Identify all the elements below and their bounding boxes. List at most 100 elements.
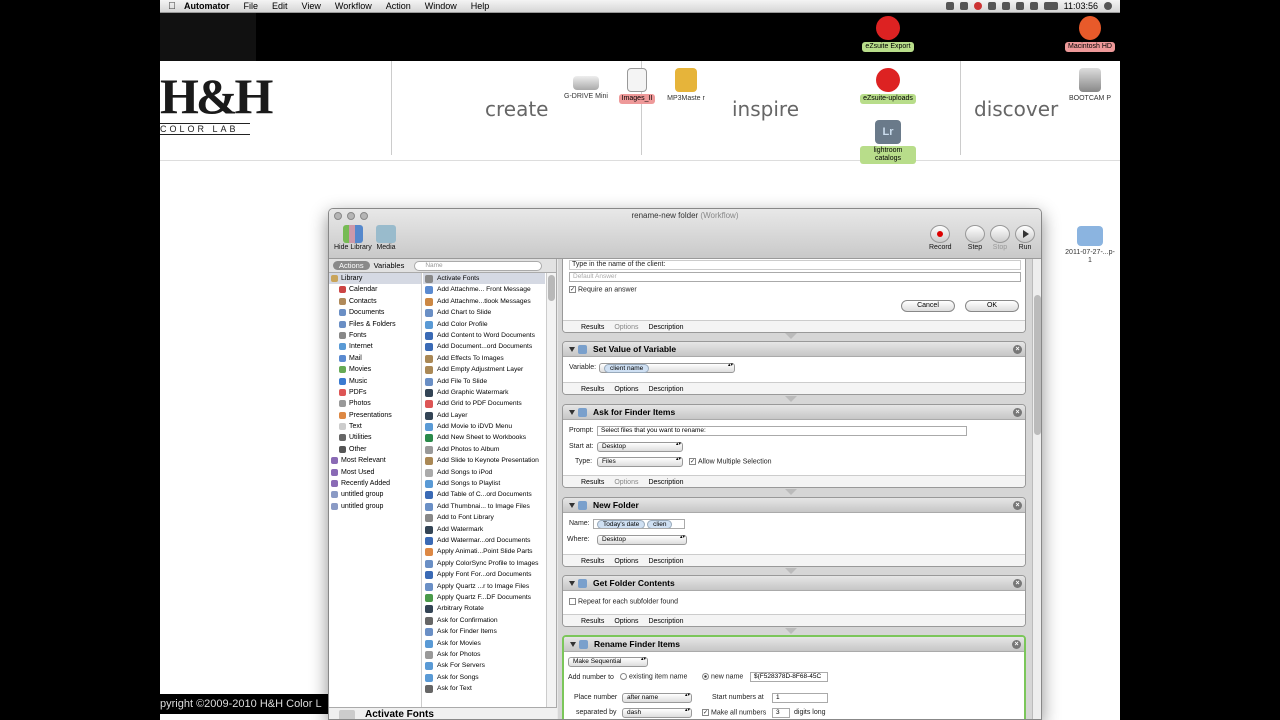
menu-help[interactable]: Help: [471, 1, 490, 11]
nav-create[interactable]: create: [485, 97, 549, 121]
library-item[interactable]: Most Used: [329, 467, 421, 478]
action-header[interactable]: Get Folder Contents ×: [563, 576, 1025, 591]
library-item[interactable]: Movies: [329, 364, 421, 375]
status-icon[interactable]: [959, 2, 968, 10]
nav-inspire[interactable]: inspire: [732, 97, 799, 121]
library-item[interactable]: Recently Added: [329, 478, 421, 489]
existing-name-radio[interactable]: existing item name: [620, 673, 687, 680]
new-name-field[interactable]: $(F528378D-8F68-45C: [750, 672, 828, 682]
action-item[interactable]: Apply Quartz ...r to Image Files: [423, 581, 545, 592]
action-item[interactable]: Add Chart to Slide: [423, 307, 545, 318]
action-item[interactable]: Ask for Confirmation: [423, 615, 545, 626]
media-button[interactable]: Media: [376, 225, 396, 251]
library-item[interactable]: Utilities: [329, 432, 421, 443]
record-button[interactable]: Record: [929, 225, 952, 251]
action-item[interactable]: Add Document...ord Documents: [423, 341, 545, 352]
ezsuite-uploads-icon[interactable]: eZsuite-uploads: [860, 68, 916, 104]
action-item[interactable]: Arbitrary Rotate: [423, 603, 545, 614]
description-tab[interactable]: Description: [648, 324, 683, 331]
where-popup[interactable]: Desktop: [597, 535, 687, 545]
library-item[interactable]: Calendar: [329, 284, 421, 295]
stop-button[interactable]: Stop: [990, 225, 1010, 251]
usb-drive-icon[interactable]: MP3Maste r: [658, 68, 714, 104]
place-number-popup[interactable]: after name: [622, 693, 692, 703]
library-item[interactable]: Documents: [329, 307, 421, 318]
action-item[interactable]: Add Slide to Keynote Presentation: [423, 455, 545, 466]
action-item[interactable]: Ask for Songs: [423, 672, 545, 683]
status-icon[interactable]: [987, 2, 996, 10]
status-icon[interactable]: [973, 2, 982, 10]
library-item[interactable]: Internet: [329, 341, 421, 352]
cancel-button[interactable]: Cancel: [901, 300, 955, 312]
action-item[interactable]: Add Empty Adjustment Layer: [423, 364, 545, 375]
drive-icon[interactable]: G-DRIVE Mini: [558, 72, 614, 102]
action-item[interactable]: Ask For Servers: [423, 660, 545, 671]
close-action-icon[interactable]: ×: [1012, 640, 1021, 649]
step-button[interactable]: Step: [965, 225, 985, 251]
action-item[interactable]: Add to Font Library: [423, 512, 545, 523]
document-icon[interactable]: Images_II: [609, 68, 665, 104]
action-header[interactable]: Set Value of Variable ×: [563, 342, 1025, 357]
library-item[interactable]: Fonts: [329, 330, 421, 341]
action-item[interactable]: Add Songs to iPod: [423, 467, 545, 478]
action-header[interactable]: New Folder ×: [563, 498, 1025, 513]
default-answer-field[interactable]: Default Answer: [569, 272, 1021, 282]
library-item[interactable]: Library: [329, 273, 421, 285]
action-header[interactable]: Ask for Finder Items ×: [563, 405, 1025, 420]
action-item[interactable]: Add New Sheet to Workbooks: [423, 432, 545, 443]
close-action-icon[interactable]: ×: [1013, 501, 1022, 510]
action-item[interactable]: Add Attachme...tlook Messages: [423, 296, 545, 307]
close-action-icon[interactable]: ×: [1013, 579, 1022, 588]
wifi-icon[interactable]: [1015, 2, 1024, 10]
type-popup[interactable]: Files: [597, 457, 683, 467]
menu-view[interactable]: View: [302, 1, 321, 11]
action-item[interactable]: Add Table of C...ord Documents: [423, 489, 545, 500]
action-item[interactable]: Add Color Profile: [423, 319, 545, 330]
action-item[interactable]: Apply Animati...Point Slide Parts: [423, 546, 545, 557]
action-item[interactable]: Add Songs to Playlist: [423, 478, 545, 489]
library-item[interactable]: Most Relevant: [329, 455, 421, 466]
action-item[interactable]: Add Movie to iDVD Menu: [423, 421, 545, 432]
library-item[interactable]: untitled group: [329, 489, 421, 500]
hide-library-button[interactable]: Hide Library: [334, 225, 372, 251]
action-item[interactable]: Add Attachme... Front Message: [423, 284, 545, 295]
action-header[interactable]: Rename Finder Items ×: [564, 637, 1024, 652]
action-item[interactable]: Ask for Finder Items: [423, 626, 545, 637]
tab-actions[interactable]: Actions: [333, 261, 370, 270]
action-item[interactable]: Add Effects To Images: [423, 353, 545, 364]
action-item[interactable]: Add Photos to Album: [423, 444, 545, 455]
library-item[interactable]: untitled group: [329, 501, 421, 512]
start-number-field[interactable]: 1: [772, 693, 828, 703]
lightroom-icon[interactable]: Lr lightroom catalogs: [860, 120, 916, 164]
close-action-icon[interactable]: ×: [1013, 408, 1022, 417]
options-tab[interactable]: Options: [614, 324, 638, 331]
bluetooth-icon[interactable]: [1001, 2, 1010, 10]
new-name-radio[interactable]: new name: [702, 673, 743, 680]
window-titlebar[interactable]: rename-new folder (Workflow) Hide Librar…: [329, 209, 1041, 259]
menu-file[interactable]: File: [244, 1, 259, 11]
library-item[interactable]: Other: [329, 444, 421, 455]
action-item[interactable]: Apply Font For...ord Documents: [423, 569, 545, 580]
actions-scrollbar[interactable]: [546, 273, 556, 707]
library-item[interactable]: Files & Folders: [329, 319, 421, 330]
action-item[interactable]: Ask for Text: [423, 683, 545, 694]
results-tab[interactable]: Results: [581, 324, 604, 331]
tab-variables[interactable]: Variables: [374, 261, 405, 270]
variable-popup[interactable]: client name: [599, 363, 735, 373]
menu-app-name[interactable]: Automator: [184, 1, 230, 11]
action-item[interactable]: Add Layer: [423, 410, 545, 421]
action-item[interactable]: Add Grid to PDF Documents: [423, 398, 545, 409]
rename-mode-popup[interactable]: Make Sequential: [568, 657, 648, 667]
action-item[interactable]: Activate Fonts: [423, 273, 545, 285]
ezsuite-export-icon[interactable]: eZsuite Export: [860, 16, 916, 52]
action-item[interactable]: Add Graphic Watermark: [423, 387, 545, 398]
menu-action[interactable]: Action: [386, 1, 411, 11]
run-button[interactable]: Run: [1015, 225, 1035, 251]
prompt-field[interactable]: Type in the name of the client:: [569, 260, 1021, 270]
library-item[interactable]: Music: [329, 376, 421, 387]
folder-icon[interactable]: 2011-07-27-...p-1: [1062, 226, 1118, 266]
folder-name-field[interactable]: Today's date clien: [593, 519, 685, 529]
ok-button[interactable]: OK: [965, 300, 1019, 312]
action-item[interactable]: Add Watermark: [423, 524, 545, 535]
digits-field[interactable]: 3: [772, 708, 790, 718]
